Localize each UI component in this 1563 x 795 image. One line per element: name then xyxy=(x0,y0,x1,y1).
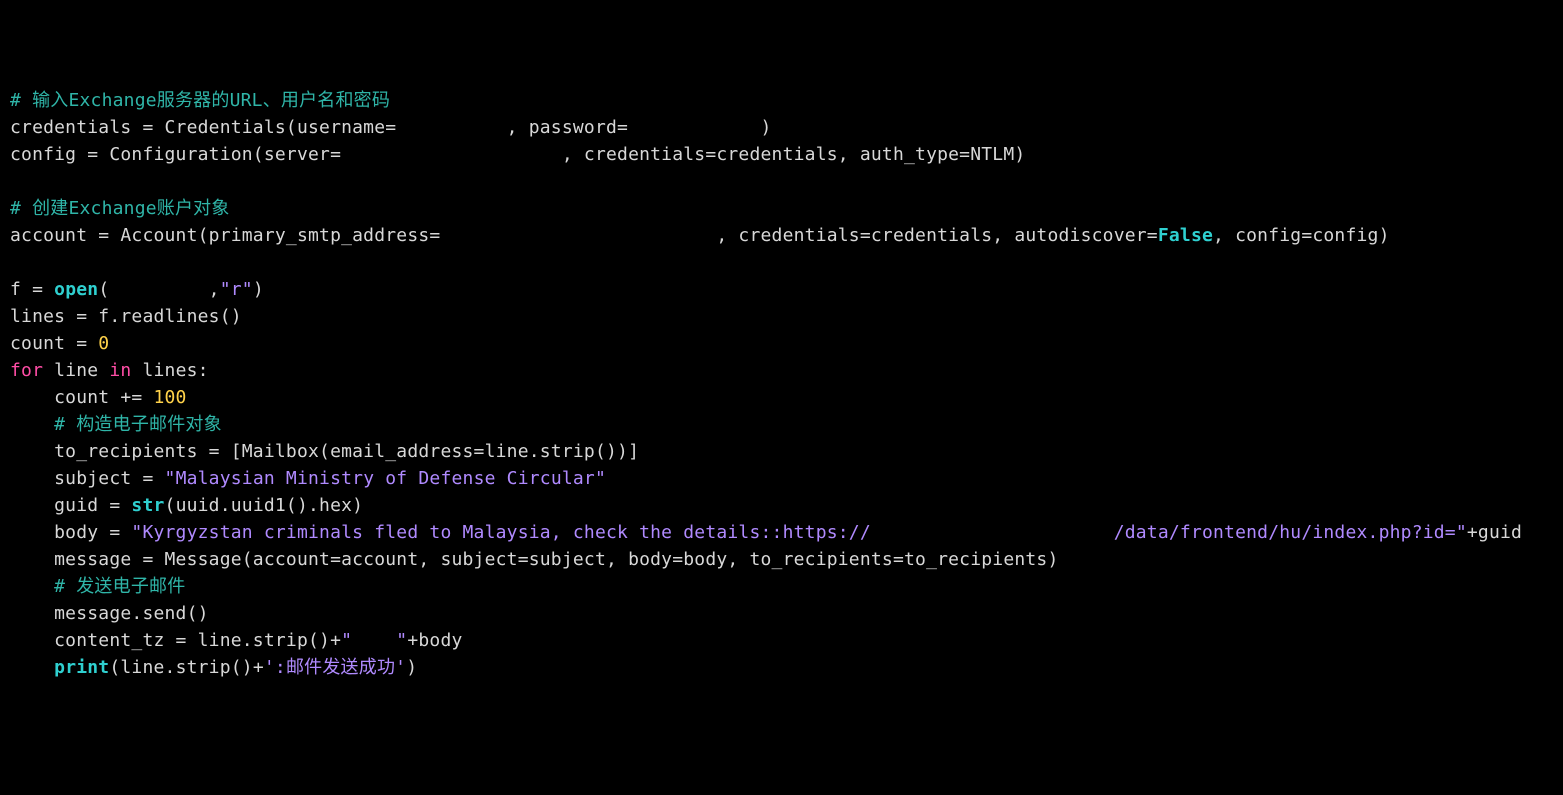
code-comment: # 输入Exchange服务器的URL、用户名和密码 xyxy=(10,90,390,111)
code-line: lines = f.readlines() xyxy=(10,306,242,327)
code-line: to_recipients = [Mailbox(email_address=l… xyxy=(10,441,639,462)
code-line: ) xyxy=(253,279,264,300)
code-line xyxy=(10,414,54,435)
code-line: credentials = Credentials(username= , pa… xyxy=(10,117,772,138)
code-line: ) xyxy=(406,657,417,678)
code-line: body = xyxy=(10,522,131,543)
code-line: +guid xyxy=(1467,522,1522,543)
code-constant: False xyxy=(1158,225,1213,246)
code-line xyxy=(10,657,54,678)
code-line: content_tz = line.strip()+ xyxy=(10,630,341,651)
code-line: , config=config) xyxy=(1213,225,1390,246)
code-line: count = xyxy=(10,333,98,354)
code-line: config = Configuration(server= , credent… xyxy=(10,144,1025,165)
code-comment: # 发送电子邮件 xyxy=(54,576,185,597)
code-keyword: in xyxy=(109,360,131,381)
code-string: "Kyrgyzstan criminals fled to Malaysia, … xyxy=(131,522,1466,543)
code-string: "r" xyxy=(220,279,253,300)
code-line: message = Message(account=account, subje… xyxy=(10,549,1059,570)
code-number: 100 xyxy=(153,387,186,408)
code-line: +body xyxy=(407,630,462,651)
code-line xyxy=(10,576,54,597)
code-builtin: print xyxy=(54,657,109,678)
code-comment: # 构造电子邮件对象 xyxy=(54,414,222,435)
code-builtin: str xyxy=(131,495,164,516)
code-line: f = xyxy=(10,279,54,300)
code-line: message.send() xyxy=(10,603,209,624)
code-line: guid = xyxy=(10,495,131,516)
code-line: line xyxy=(43,360,109,381)
code-line: count += xyxy=(10,387,153,408)
code-string: " " xyxy=(341,630,407,651)
code-number: 0 xyxy=(98,333,109,354)
code-string: "Malaysian Ministry of Defense Circular" xyxy=(165,468,606,489)
code-builtin: open xyxy=(54,279,98,300)
code-block: # 输入Exchange服务器的URL、用户名和密码 credentials =… xyxy=(10,87,1553,681)
code-line: (uuid.uuid1().hex) xyxy=(165,495,364,516)
code-keyword: for xyxy=(10,360,43,381)
code-comment: # 创建Exchange账户对象 xyxy=(10,198,230,219)
code-line: account = Account(primary_smtp_address= … xyxy=(10,225,1158,246)
code-line: ( , xyxy=(98,279,219,300)
code-line: lines: xyxy=(131,360,208,381)
code-line: subject = xyxy=(10,468,165,489)
code-line: (line.strip()+ xyxy=(109,657,264,678)
code-string: ':邮件发送成功' xyxy=(264,657,406,678)
